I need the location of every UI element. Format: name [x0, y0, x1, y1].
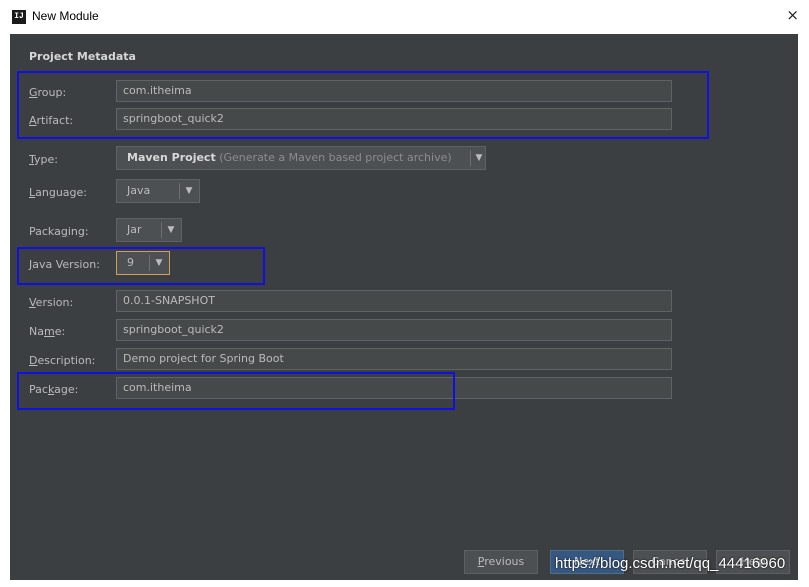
chevron-down-icon[interactable]: ▼ [151, 252, 167, 274]
name-field[interactable]: springboot_quick2 [116, 319, 672, 341]
packaging-select[interactable]: Jar ▼ [116, 218, 182, 242]
java-version-label: Java Version: [29, 258, 100, 271]
section-title: Project Metadata [29, 50, 136, 63]
name-label: Name: [29, 325, 66, 338]
artifact-field[interactable]: springboot_quick2 [116, 108, 672, 130]
chevron-down-icon[interactable]: ▼ [471, 147, 487, 169]
type-select[interactable]: Maven Project (Generate a Maven based pr… [116, 146, 486, 170]
version-field[interactable]: 0.0.1-SNAPSHOT [116, 290, 672, 312]
type-label: Type: [29, 153, 58, 166]
package-label: Package: [29, 383, 79, 396]
dialog-body: Project Metadata Group: com.itheima Arti… [10, 34, 798, 580]
group-field[interactable]: com.itheima [116, 80, 672, 102]
language-select[interactable]: Java ▼ [116, 179, 200, 203]
java-version-select[interactable]: 9 ▼ [116, 251, 170, 275]
title-bar: IJ New Module × [0, 0, 809, 34]
package-field[interactable]: com.itheima [116, 377, 672, 399]
description-label: Description: [29, 354, 96, 367]
previous-button[interactable]: Previous [464, 550, 538, 574]
group-label: Group: [29, 86, 67, 99]
description-field[interactable]: Demo project for Spring Boot [116, 348, 672, 370]
intellij-icon: IJ [12, 10, 26, 24]
window-title: New Module [32, 9, 99, 23]
chevron-down-icon[interactable]: ▼ [181, 180, 197, 202]
close-icon[interactable]: × [786, 6, 799, 24]
cancel-button[interactable]: Cancel [633, 550, 707, 574]
help-button[interactable]: Help [716, 550, 790, 574]
language-label: Language: [29, 186, 88, 199]
artifact-label: Artifact: [29, 114, 74, 127]
version-label: Version: [29, 296, 74, 309]
chevron-down-icon[interactable]: ▼ [163, 219, 179, 241]
packaging-label: Packaging: [29, 225, 89, 238]
next-button[interactable]: Next [550, 550, 624, 574]
